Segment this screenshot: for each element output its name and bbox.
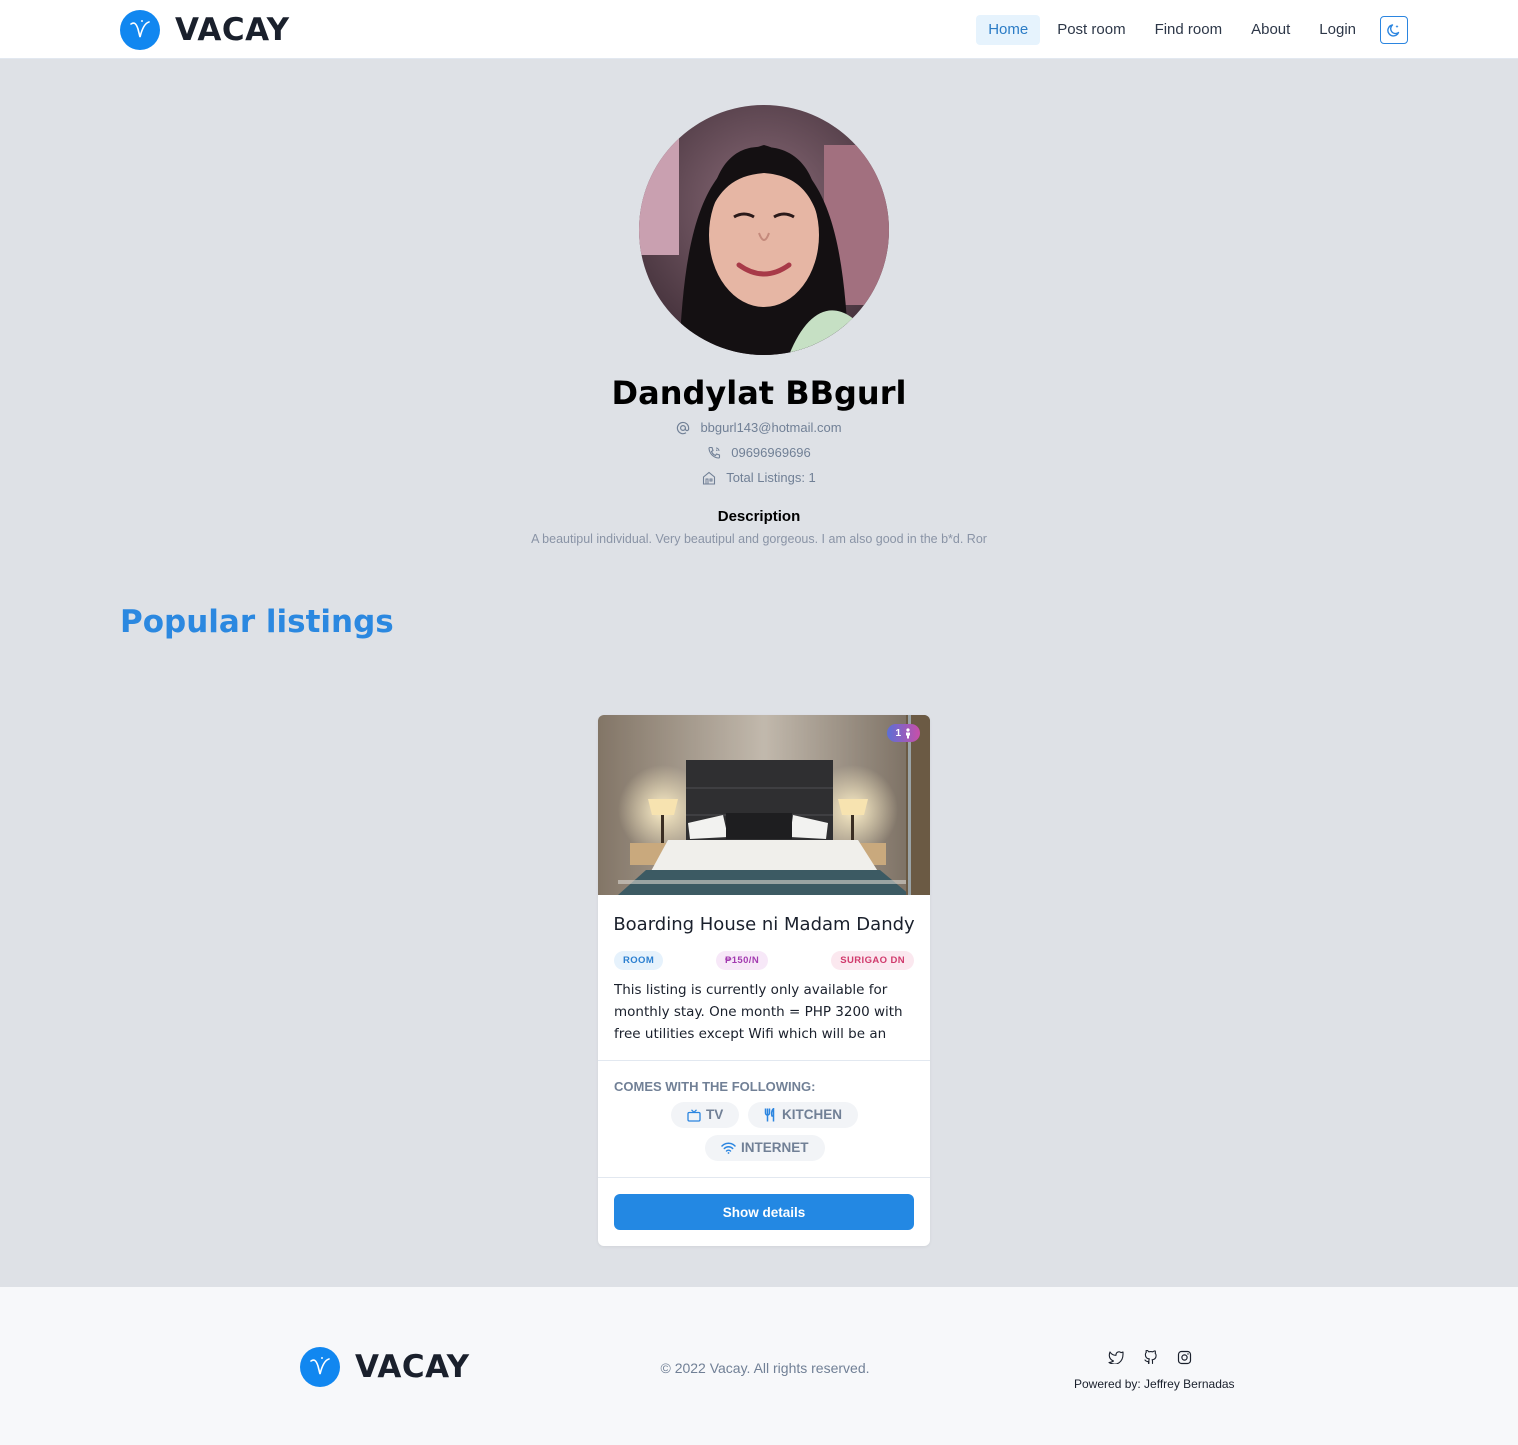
phone-icon xyxy=(707,446,721,460)
guest-count: 1 xyxy=(895,727,901,739)
description-heading: Description xyxy=(717,508,801,525)
guest-count-badge: 1 xyxy=(887,724,920,742)
listing-photo: 1 xyxy=(598,715,930,895)
amenity-internet: INTERNET xyxy=(705,1135,825,1161)
building-icon xyxy=(702,471,716,485)
nav-home[interactable]: Home xyxy=(976,15,1041,45)
nav-links: Home Post room Find room About Login xyxy=(971,15,1408,45)
tv-icon xyxy=(687,1108,701,1122)
profile-total-listings: Total Listings: 1 xyxy=(726,470,816,485)
card-divider xyxy=(598,1060,930,1061)
profile-listings-row: Total Listings: 1 xyxy=(0,470,1518,485)
instagram-icon[interactable] xyxy=(1176,1349,1192,1365)
copyright-text: © 2022 Vacay. All rights reserved. xyxy=(660,1360,870,1376)
footer: VACAY © 2022 Vacay. All rights reserved.… xyxy=(0,1287,1518,1445)
github-icon[interactable] xyxy=(1142,1349,1158,1365)
at-sign-icon xyxy=(676,421,690,435)
wifi-icon xyxy=(721,1142,736,1154)
brand-name: VACAY xyxy=(175,12,290,48)
nav-about[interactable]: About xyxy=(1239,15,1302,45)
twitter-icon[interactable] xyxy=(1108,1349,1124,1365)
amenities-heading: COMES WITH THE FOLLOWING: xyxy=(614,1079,816,1094)
moon-icon xyxy=(1386,22,1402,38)
social-links xyxy=(1108,1349,1192,1365)
listing-price-tag: ₱150/N xyxy=(716,951,769,970)
profile-phone-row: 09696969696 xyxy=(0,445,1518,460)
profile-email: bbgurl143@hotmail.com xyxy=(700,420,842,435)
listing-card: 1 Boarding House ni Madam Dandy ROOM ₱15… xyxy=(598,715,930,1246)
powered-by-text: Powered by: Jeffrey Bernadas xyxy=(1074,1377,1235,1391)
nav-find-room[interactable]: Find room xyxy=(1143,15,1235,45)
vacay-logo-icon xyxy=(120,10,160,50)
popular-listings-heading: Popular listings xyxy=(120,604,394,640)
listing-type-tag: ROOM xyxy=(614,951,664,970)
listing-location-tag: SURIGAO DN xyxy=(831,951,914,970)
utensils-icon xyxy=(764,1108,777,1122)
amenity-tv: TV xyxy=(671,1102,740,1128)
show-details-button[interactable]: Show details xyxy=(614,1194,914,1230)
nav-login[interactable]: Login xyxy=(1307,15,1368,45)
brand-logo[interactable]: VACAY xyxy=(120,10,290,50)
profile-name: Dandylat BBgurl xyxy=(611,374,907,412)
card-divider xyxy=(598,1177,930,1178)
navbar: VACAY Home Post room Find room About Log… xyxy=(0,0,1518,59)
profile-description: A beautipul individual. Very beautipul a… xyxy=(531,532,987,546)
theme-toggle-button[interactable] xyxy=(1380,16,1408,44)
person-icon xyxy=(904,727,912,739)
profile-phone: 09696969696 xyxy=(731,445,811,460)
profile-avatar xyxy=(639,105,889,355)
nav-post-room[interactable]: Post room xyxy=(1045,15,1137,45)
listing-description: This listing is currently only available… xyxy=(614,982,903,1042)
listing-title: Boarding House ni Madam Dandy xyxy=(613,914,915,935)
amenity-kitchen: KITCHEN xyxy=(748,1102,858,1128)
profile-email-row: bbgurl143@hotmail.com xyxy=(0,420,1518,435)
